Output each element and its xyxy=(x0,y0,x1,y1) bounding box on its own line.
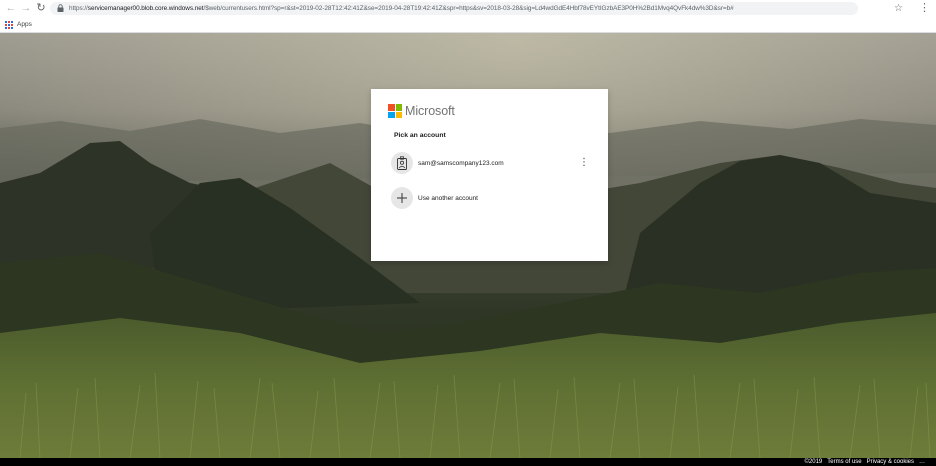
address-bar[interactable]: https://servicemanager00.blob.core.windo… xyxy=(50,2,903,15)
use-another-account-button[interactable]: Use another account xyxy=(391,186,596,210)
arrow-left-icon[interactable]: ← xyxy=(5,2,17,14)
copyright-text: ©2019 xyxy=(804,459,823,465)
terms-of-use-link[interactable]: Terms of use xyxy=(827,458,861,466)
kebab-menu-icon[interactable]: ⋮ xyxy=(919,2,930,14)
url-host: servicemanager00.blob.core.windows.net xyxy=(87,5,204,12)
browser-chrome: ← → ↻ https://servicemanager00.blob.core… xyxy=(0,0,936,33)
page-footer: ©2019 Terms of use Privacy & cookies … xyxy=(0,458,936,466)
url-path: /$web/currentusers.html?sp=r&st=2019-02-… xyxy=(203,5,734,12)
ellipsis-icon[interactable]: … xyxy=(919,458,925,466)
microsoft-logo: Microsoft xyxy=(388,104,455,118)
arrow-right-icon[interactable]: → xyxy=(20,2,32,14)
account-email: sam@samscompany123.com xyxy=(418,159,504,167)
apps-shortcut[interactable]: Apps xyxy=(5,19,32,30)
url-text[interactable]: https://servicemanager00.blob.core.windo… xyxy=(69,3,839,14)
bookmarks-bar: Apps xyxy=(0,17,936,32)
account-tile[interactable]: sam@samscompany123.com ⋮ xyxy=(391,151,596,175)
lock-icon xyxy=(57,4,64,12)
star-icon[interactable]: ☆ xyxy=(894,4,904,14)
account-picker-dialog: Microsoft Pick an account sam@samscompan… xyxy=(371,89,608,261)
plus-icon xyxy=(391,187,413,209)
browser-toolbar: ← → ↻ https://servicemanager00.blob.core… xyxy=(0,0,936,17)
url-scheme: https:// xyxy=(69,5,88,12)
account-options-icon[interactable]: ⋮ xyxy=(579,156,589,170)
reload-icon[interactable]: ↻ xyxy=(35,2,47,14)
footer-links: ©2019 Terms of use Privacy & cookies … xyxy=(805,458,926,466)
apps-grid-icon xyxy=(5,20,13,29)
dialog-heading: Pick an account xyxy=(394,132,446,139)
privacy-cookies-link[interactable]: Privacy & cookies xyxy=(867,458,914,466)
brand-name: Microsoft xyxy=(405,104,455,118)
use-another-account-label: Use another account xyxy=(418,194,478,202)
work-badge-icon xyxy=(391,152,413,174)
apps-label: Apps xyxy=(17,21,32,28)
microsoft-logo-icon xyxy=(388,104,402,118)
